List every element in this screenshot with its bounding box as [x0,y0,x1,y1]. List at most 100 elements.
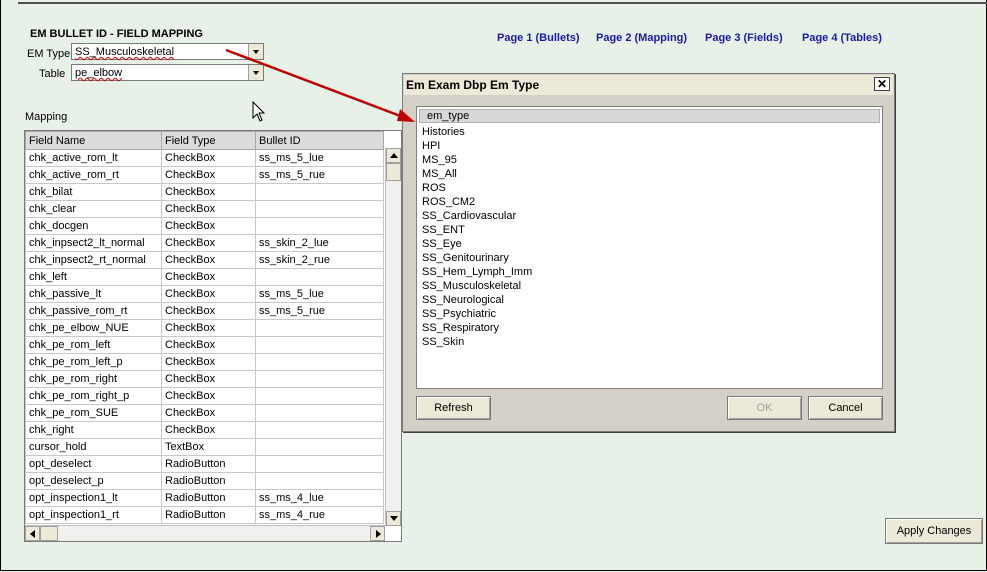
bullet-id-cell[interactable]: ss_ms_5_lue [255,285,384,303]
field-name-cell[interactable]: chk_bilat [25,183,162,201]
field-type-cell[interactable]: TextBox [161,438,256,456]
list-item[interactable]: ROS_CM2 [422,195,532,209]
cancel-button[interactable]: Cancel [808,396,883,420]
list-item[interactable]: SS_Hem_Lymph_Imm [422,265,532,279]
scroll-right-icon[interactable] [370,526,385,541]
table-row[interactable]: chk_pe_rom_left_p CheckBox [25,353,384,371]
field-name-cell[interactable]: chk_pe_rom_left [25,336,162,354]
em-type-list[interactable]: em_type Histories HPI MS_95 MS_All ROS ROS_CM… [416,106,883,389]
table-row[interactable]: chk_bilat CheckBox [25,183,384,201]
bullet-id-cell[interactable] [255,319,384,337]
table-row[interactable]: chk_right CheckBox [25,421,384,439]
field-name-cell[interactable]: chk_clear [25,200,162,218]
bullet-id-cell[interactable]: ss_skin_2_lue [255,234,384,252]
field-name-cell[interactable]: chk_inpsect2_lt_normal [25,234,162,252]
field-type-cell[interactable]: CheckBox [161,166,256,184]
table-row[interactable]: opt_inspection1_rt RadioButton ss_ms_4_rue [25,506,384,524]
table-row[interactable]: opt_deselect_p RadioButton [25,472,384,490]
bullet-id-cell[interactable]: ss_ms_5_lue [255,149,384,167]
field-name-cell[interactable]: chk_pe_rom_right [25,370,162,388]
field-type-cell[interactable]: CheckBox [161,234,256,252]
page-3-link[interactable]: Page 3 (Fields) [705,32,783,44]
list-item[interactable]: SS_ENT [422,223,532,237]
column-header-field-type[interactable]: Field Type [161,131,256,150]
table-row[interactable]: chk_passive_lt CheckBox ss_ms_5_lue [25,285,384,303]
field-name-cell[interactable]: chk_right [25,421,162,439]
list-item[interactable]: MS_All [422,167,532,181]
table-row[interactable]: cursor_hold TextBox [25,438,384,456]
field-name-cell[interactable]: chk_active_rom_rt [25,166,162,184]
list-item[interactable]: ROS [422,181,532,195]
bullet-id-cell[interactable] [255,200,384,218]
field-type-cell[interactable]: CheckBox [161,421,256,439]
list-item[interactable]: SS_Cardiovascular [422,209,532,223]
em-type-dropdown-icon[interactable] [248,44,263,59]
bullet-id-cell[interactable] [255,404,384,422]
bullet-id-cell[interactable] [255,268,384,286]
column-header-field-name[interactable]: Field Name [25,131,162,150]
bullet-id-cell[interactable] [255,353,384,371]
apply-changes-button[interactable]: Apply Changes [885,518,983,544]
list-item[interactable]: MS_95 [422,153,532,167]
dialog-titlebar[interactable]: Em Exam Dbp Em Type ✕ [404,75,893,95]
bullet-id-cell[interactable] [255,217,384,235]
bullet-id-cell[interactable]: ss_ms_5_rue [255,302,384,320]
scroll-left-icon[interactable] [25,526,40,541]
list-item[interactable]: SS_Eye [422,237,532,251]
field-type-cell[interactable]: CheckBox [161,268,256,286]
table-row[interactable]: chk_pe_rom_right CheckBox [25,370,384,388]
field-name-cell[interactable]: opt_inspection1_rt [25,506,162,524]
field-type-cell[interactable]: CheckBox [161,319,256,337]
list-item[interactable]: SS_Respiratory [422,321,532,335]
refresh-button[interactable]: Refresh [416,396,491,420]
grid-horizontal-scrollbar[interactable] [25,525,385,541]
bullet-id-cell[interactable] [255,183,384,201]
bullet-id-cell[interactable] [255,472,384,490]
field-name-cell[interactable]: chk_active_rom_lt [25,149,162,167]
page-1-link[interactable]: Page 1 (Bullets) [497,32,580,44]
field-type-cell[interactable]: RadioButton [161,472,256,490]
field-name-cell[interactable]: chk_pe_elbow_NUE [25,319,162,337]
field-type-cell[interactable]: CheckBox [161,149,256,167]
column-header-bullet-id[interactable]: Bullet ID [255,131,384,150]
table-row[interactable]: chk_inpsect2_lt_normal CheckBox ss_skin_2_… [25,234,384,252]
table-row[interactable]: chk_pe_rom_left CheckBox [25,336,384,354]
bullet-id-cell[interactable] [255,438,384,456]
bullet-id-cell[interactable] [255,387,384,405]
table-row[interactable]: chk_pe_rom_right_p CheckBox [25,387,384,405]
close-icon[interactable]: ✕ [874,77,890,91]
vertical-scroll-thumb[interactable] [386,163,401,181]
field-type-cell[interactable]: CheckBox [161,200,256,218]
field-type-cell[interactable]: CheckBox [161,353,256,371]
table-row[interactable]: opt_inspection1_lt RadioButton ss_ms_4_lue [25,489,384,507]
scroll-up-icon[interactable] [386,148,401,163]
list-item[interactable]: SS_Psychiatric [422,307,532,321]
field-type-cell[interactable]: RadioButton [161,506,256,524]
field-type-cell[interactable]: CheckBox [161,285,256,303]
bullet-id-cell[interactable]: ss_skin_2_rue [255,251,384,269]
table-row[interactable]: chk_active_rom_rt CheckBox ss_ms_5_rue [25,166,384,184]
table-row[interactable]: chk_inpsect2_rt_normal CheckBox ss_skin_2_… [25,251,384,269]
field-type-cell[interactable]: CheckBox [161,183,256,201]
table-row[interactable]: chk_docgen CheckBox [25,217,384,235]
field-type-cell[interactable]: CheckBox [161,302,256,320]
ok-button[interactable]: OK [727,396,802,420]
bullet-id-cell[interactable] [255,336,384,354]
list-item[interactable]: SS_Genitourinary [422,251,532,265]
field-name-cell[interactable]: chk_inpsect2_rt_normal [25,251,162,269]
list-item[interactable]: SS_Musculoskeletal [422,279,532,293]
table-dropdown-icon[interactable] [248,65,263,80]
list-item[interactable]: Histories [422,125,532,139]
scroll-down-icon[interactable] [386,511,401,526]
horizontal-scroll-thumb[interactable] [40,526,58,541]
field-name-cell[interactable]: opt_deselect_p [25,472,162,490]
field-type-cell[interactable]: RadioButton [161,489,256,507]
bullet-id-cell[interactable] [255,421,384,439]
mapping-grid[interactable]: Field Name Field Type Bullet ID chk_acti… [24,130,402,542]
table-row[interactable]: chk_active_rom_lt CheckBox ss_ms_5_lue [25,149,384,167]
field-type-cell[interactable]: CheckBox [161,370,256,388]
list-item[interactable]: SS_Neurological [422,293,532,307]
field-name-cell[interactable]: chk_passive_lt [25,285,162,303]
em-type-combo[interactable]: SS_Musculoskeletal [71,43,264,60]
field-name-cell[interactable]: chk_pe_rom_SUE [25,404,162,422]
